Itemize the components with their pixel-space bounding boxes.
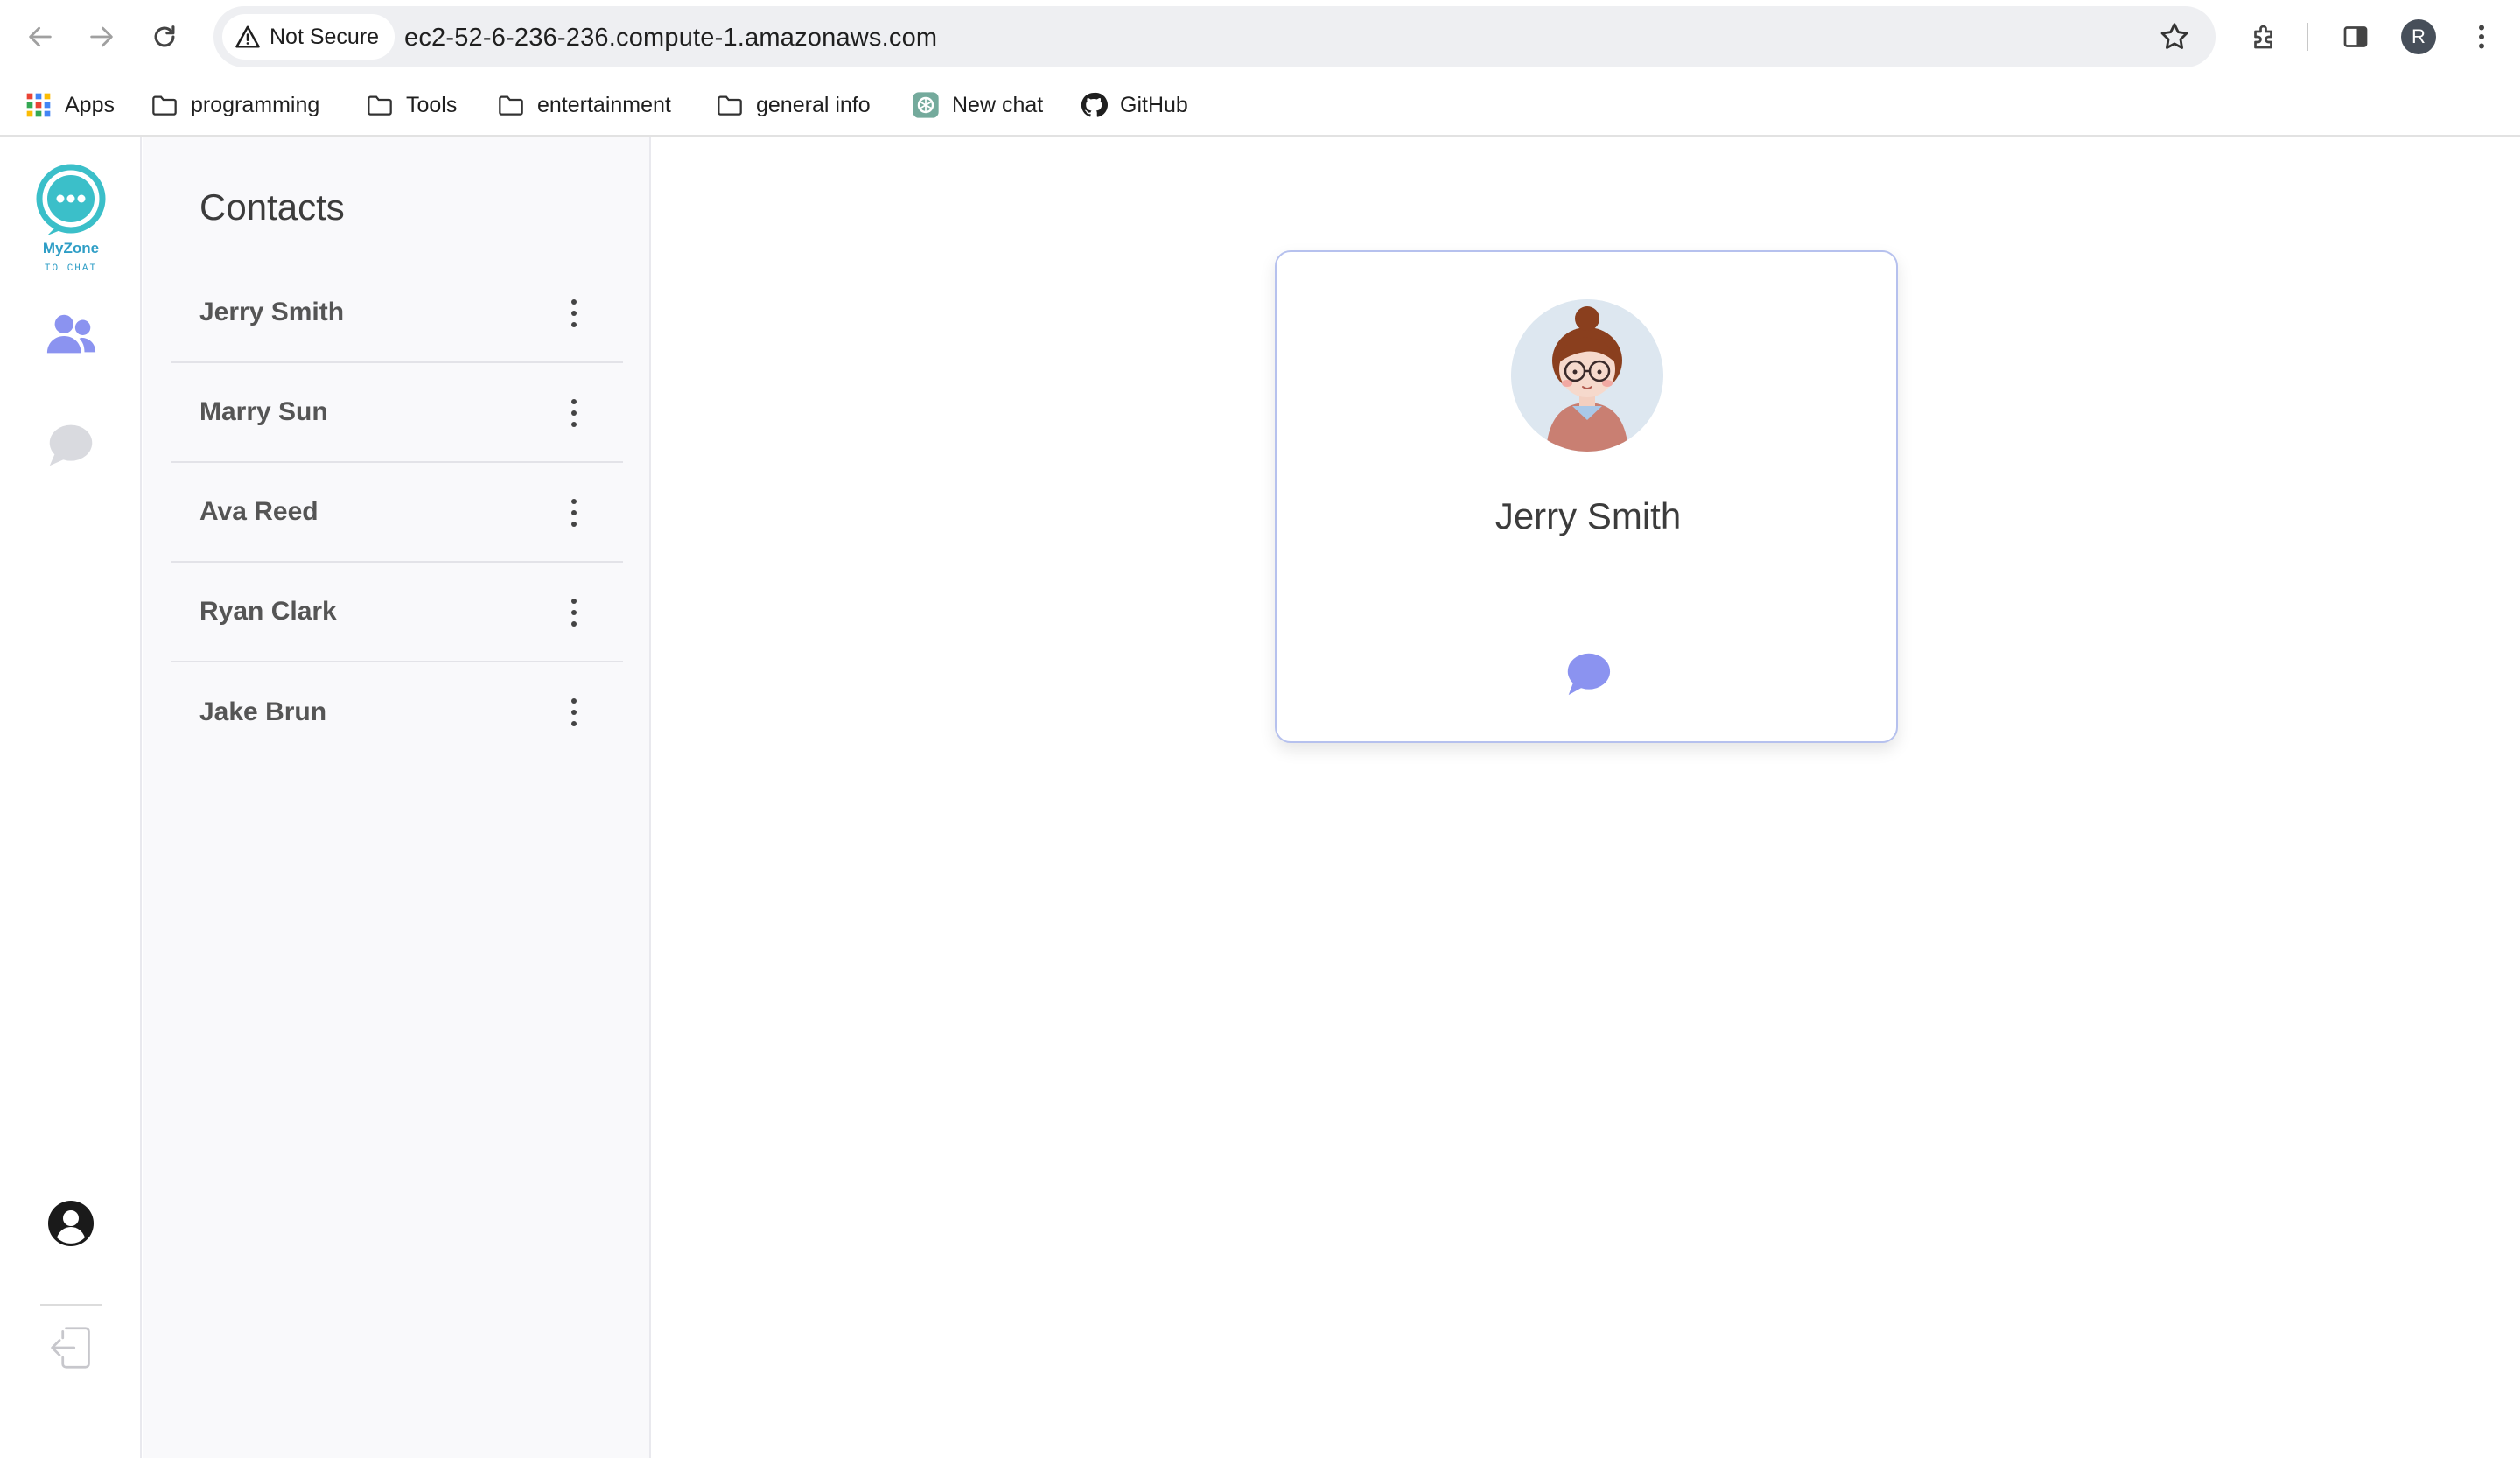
vertical-dots-icon: [2479, 25, 2484, 49]
account-circle-icon: [48, 1201, 94, 1246]
contacts-title: Contacts: [200, 186, 345, 228]
logo-subtext: TO CHAT: [45, 263, 97, 274]
contacts-nav-button[interactable]: [40, 304, 102, 365]
bookmark-programming[interactable]: programming: [150, 86, 319, 124]
rail-divider: [40, 1304, 102, 1306]
side-panel-icon: [2343, 26, 2368, 47]
contact-list: Jerry Smith Marry Sun Ava Reed Ryan Clar…: [172, 263, 623, 762]
bookmark-label: entertainment: [537, 92, 671, 117]
toolbar-divider: [2306, 23, 2308, 51]
vertical-dots-icon: [571, 299, 577, 327]
bookmark-github[interactable]: GitHub: [1080, 86, 1188, 124]
contact-row[interactable]: Marry Sun: [172, 363, 623, 463]
extensions-button[interactable]: [2245, 18, 2284, 56]
security-chip[interactable]: Not Secure: [222, 14, 396, 60]
reload-button[interactable]: [144, 16, 186, 58]
bookmark-entertainment[interactable]: entertainment: [497, 86, 671, 124]
main-area: Jerry Smith: [653, 137, 2520, 1458]
bookmark-apps[interactable]: Apps: [24, 86, 115, 124]
avatar-illustration: [1511, 299, 1663, 452]
contacts-panel: Contacts Jerry Smith Marry Sun Ava Reed: [144, 137, 651, 1458]
apps-grid-icon: [26, 93, 51, 117]
contact-row[interactable]: Jake Brun: [172, 662, 623, 762]
browser-toolbar: Not Secure ec2-52-6-236-236.compute-1.am…: [0, 0, 2520, 74]
profile-avatar[interactable]: R: [2401, 19, 2436, 54]
vertical-dots-icon: [571, 698, 577, 726]
bookmarks-bar: Apps programming Tools entertainment gen…: [0, 74, 2520, 137]
bookmark-label: Tools: [406, 92, 458, 117]
bookmark-label: general info: [756, 92, 871, 117]
vertical-dots-icon: [571, 399, 577, 427]
openai-icon: [913, 92, 939, 118]
logout-icon: [51, 1327, 90, 1369]
github-icon: [1081, 92, 1108, 117]
security-label: Not Secure: [270, 24, 380, 49]
side-panel-button[interactable]: [2336, 18, 2375, 56]
contact-avatar: [1511, 299, 1663, 452]
url-text[interactable]: ec2-52-6-236-236.compute-1.amazonaws.com: [404, 24, 937, 53]
contact-menu-button[interactable]: [556, 695, 592, 730]
folder-icon: [718, 95, 742, 116]
browser-menu-button[interactable]: [2462, 18, 2501, 56]
chat-bubble-icon: [1567, 653, 1611, 696]
contact-menu-button[interactable]: [556, 595, 592, 630]
users-icon: [46, 314, 96, 354]
bookmark-label: New chat: [952, 92, 1044, 117]
vertical-dots-icon: [571, 499, 577, 527]
logout-button[interactable]: [40, 1317, 102, 1378]
vertical-dots-icon: [571, 599, 577, 627]
contact-name: Marry Sun: [200, 397, 328, 426]
bookmark-label: GitHub: [1120, 92, 1188, 117]
bookmark-label: Apps: [65, 92, 115, 117]
contact-name: Ryan Clark: [200, 597, 337, 626]
bookmark-general-info[interactable]: general info: [716, 86, 871, 124]
logo-text: MyZone: [43, 240, 99, 256]
myzone-logo[interactable]: MyZone TO CHAT: [33, 164, 108, 277]
contact-name: Jerry Smith: [200, 298, 345, 326]
contact-menu-button[interactable]: [556, 396, 592, 431]
bookmark-star-icon[interactable]: [2158, 20, 2191, 53]
nav-rail: MyZone TO CHAT: [0, 137, 142, 1458]
profile-nav-button[interactable]: [40, 1193, 102, 1254]
address-bar[interactable]: Not Secure ec2-52-6-236-236.compute-1.am…: [214, 6, 2216, 67]
profile-card: Jerry Smith: [1275, 250, 1898, 743]
back-button[interactable]: [19, 16, 61, 58]
bookmark-new-chat[interactable]: New chat: [912, 86, 1043, 124]
start-chat-button[interactable]: [1562, 648, 1614, 700]
chat-app: MyZone TO CHAT Contacts Jerry Smith Marr…: [0, 137, 2520, 1458]
folder-icon: [368, 95, 392, 116]
folder-icon: [499, 95, 523, 116]
reload-icon: [154, 25, 175, 47]
bookmark-label: programming: [191, 92, 320, 117]
chat-bubble-icon: [49, 424, 93, 466]
contact-name: Jake Brun: [200, 697, 327, 726]
arrow-left-icon: [29, 26, 52, 47]
puzzle-icon: [2254, 25, 2272, 49]
warning-icon: [235, 25, 260, 48]
contact-name-heading: Jerry Smith: [1494, 495, 1682, 536]
arrow-right-icon: [90, 26, 113, 47]
contact-menu-button[interactable]: [556, 296, 592, 331]
forward-button[interactable]: [80, 16, 122, 58]
folder-icon: [152, 95, 177, 116]
contact-row[interactable]: Ryan Clark: [172, 563, 623, 662]
contact-row[interactable]: Jerry Smith: [172, 263, 623, 363]
contact-menu-button[interactable]: [556, 495, 592, 530]
contact-name: Ava Reed: [200, 497, 318, 526]
bookmark-tools[interactable]: Tools: [366, 86, 457, 124]
contact-row[interactable]: Ava Reed: [172, 463, 623, 563]
chats-nav-button[interactable]: [40, 414, 102, 475]
